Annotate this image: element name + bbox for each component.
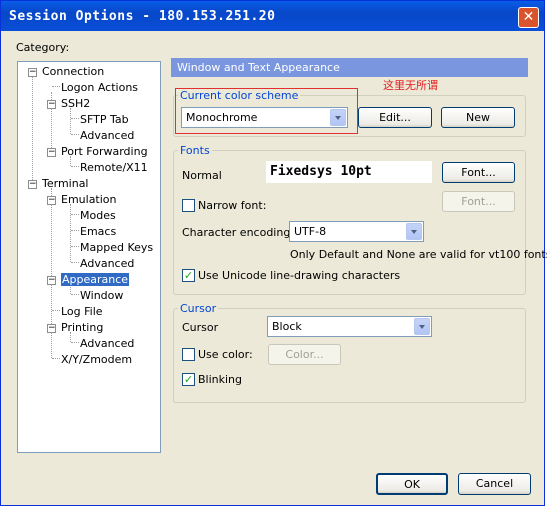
tree-item-port-forwarding[interactable]: Port Forwarding: [61, 145, 148, 159]
tree-item-remote-x11[interactable]: Remote/X11: [80, 161, 148, 175]
tree-item-sftp-tab[interactable]: SFTP Tab: [80, 113, 129, 127]
color-scheme-value: Monochrome: [186, 111, 258, 124]
chevron-down-icon: [414, 318, 430, 335]
encoding-label: Character encoding:: [182, 226, 295, 239]
terminal-collapse-toggle[interactable]: −: [28, 180, 37, 189]
ok-button[interactable]: OK: [376, 473, 448, 495]
tree-item-xyzmodem[interactable]: X/Y/Zmodem: [61, 353, 132, 367]
encoding-note: Only Default and None are valid for vt10…: [290, 248, 547, 261]
appearance-collapse-toggle[interactable]: −: [47, 276, 56, 285]
tree-item-appearance[interactable]: Appearance: [61, 273, 130, 287]
tree-item-mapped-keys[interactable]: Mapped Keys: [80, 241, 153, 255]
check-icon: ✓: [183, 373, 194, 386]
tree-item-emacs[interactable]: Emacs: [80, 225, 116, 239]
tree-item-logon-actions[interactable]: Logon Actions: [61, 81, 138, 95]
use-color-label: Use color:: [198, 348, 253, 361]
port-forwarding-collapse-toggle[interactable]: −: [47, 148, 56, 157]
tree-item-printing-advanced[interactable]: Advanced: [80, 337, 134, 351]
cursor-value: Block: [272, 320, 302, 333]
encoding-select[interactable]: UTF-8: [289, 221, 424, 242]
tree-item-window[interactable]: Window: [80, 289, 123, 303]
chevron-down-icon: [330, 109, 346, 126]
session-options-window: Session Options - 180.153.251.20 ✕ Categ…: [0, 0, 547, 506]
tree-item-log-file[interactable]: Log File: [61, 305, 103, 319]
edit-button[interactable]: Edit...: [358, 107, 432, 128]
font-button[interactable]: Font...: [442, 162, 515, 183]
ssh2-collapse-toggle[interactable]: −: [47, 100, 56, 109]
narrow-font-button[interactable]: Font...: [442, 191, 515, 212]
tree-item-emulation-advanced[interactable]: Advanced: [80, 257, 134, 271]
tree-item-connection[interactable]: Connection: [42, 65, 104, 79]
tree-item-emulation[interactable]: Emulation: [61, 193, 117, 207]
normal-font-label: Normal: [182, 169, 222, 182]
emulation-collapse-toggle[interactable]: −: [47, 196, 56, 205]
unicode-line-drawing-label: Use Unicode line-drawing characters: [198, 269, 401, 282]
close-button[interactable]: ✕: [518, 7, 539, 28]
color-scheme-select[interactable]: Monochrome: [181, 107, 348, 128]
connection-collapse-toggle[interactable]: −: [28, 68, 37, 77]
tree-item-terminal[interactable]: Terminal: [42, 177, 89, 191]
unicode-line-drawing-checkbox[interactable]: ✓: [182, 269, 195, 282]
cancel-button[interactable]: Cancel: [458, 473, 531, 495]
title-bar[interactable]: Session Options - 180.153.251.20 ✕: [1, 1, 544, 31]
tree-item-modes[interactable]: Modes: [80, 209, 116, 223]
cursor-group-title: Cursor: [178, 302, 219, 315]
panel-header: Window and Text Appearance: [171, 58, 528, 77]
cursor-select[interactable]: Block: [267, 316, 432, 337]
window-title: Session Options - 180.153.251.20: [9, 9, 276, 24]
cursor-label: Cursor: [182, 321, 219, 334]
narrow-font-checkbox[interactable]: [182, 199, 195, 212]
tree-item-ssh2[interactable]: SSH2: [61, 97, 90, 111]
narrow-font-label: Narrow font:: [198, 199, 267, 212]
normal-font-preview: Fixedsys 10pt: [266, 161, 432, 183]
annotation-note: 这里无所谓: [383, 79, 438, 92]
close-icon: ✕: [522, 9, 535, 25]
new-button[interactable]: New: [441, 107, 515, 128]
chevron-down-icon: [406, 223, 422, 240]
category-tree[interactable]: − Connection Logon Actions − SSH2 SFTP T…: [17, 61, 161, 453]
encoding-value: UTF-8: [294, 225, 327, 238]
tree-item-printing[interactable]: Printing: [61, 321, 103, 335]
fonts-group-title: Fonts: [178, 144, 212, 157]
use-color-checkbox[interactable]: [182, 348, 195, 361]
check-icon: ✓: [183, 269, 194, 282]
tree-item-ssh2-advanced[interactable]: Advanced: [80, 129, 134, 143]
blinking-label: Blinking: [198, 373, 243, 386]
printing-collapse-toggle[interactable]: −: [47, 324, 56, 333]
color-button[interactable]: Color...: [268, 344, 341, 365]
category-label: Category:: [16, 41, 70, 54]
blinking-checkbox[interactable]: ✓: [182, 373, 195, 386]
